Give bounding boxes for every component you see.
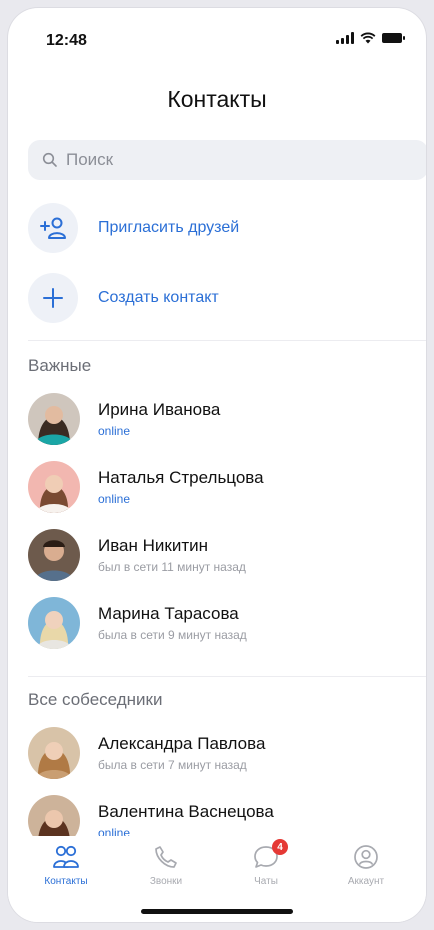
account-icon	[354, 845, 378, 869]
invite-friends-label: Пригласить друзей	[98, 219, 240, 236]
tab-account[interactable]: Аккаунт	[326, 842, 406, 887]
section-title-important: Важные	[28, 356, 92, 375]
tab-label: Аккаунт	[347, 876, 385, 887]
contact-name: Александра Павлова	[98, 734, 266, 753]
divider	[28, 676, 426, 677]
signal-icon	[336, 32, 354, 44]
create-contact-button[interactable]: Создать контакт	[28, 272, 426, 324]
contact-name: Валентина Васнецова	[98, 802, 274, 821]
avatar	[28, 393, 80, 445]
contact-status: online	[98, 424, 131, 438]
contact-row[interactable]: Ирина Иванова online	[28, 390, 418, 448]
avatar	[28, 529, 80, 581]
tab-calls[interactable]: Звонки	[126, 842, 206, 887]
section-title-all: Все собеседники	[28, 690, 163, 709]
status-icons	[336, 32, 405, 44]
invite-icon-circle	[28, 203, 78, 253]
tab-label: Чаты	[254, 876, 278, 887]
contact-name: Марина Тарасова	[98, 604, 239, 623]
status-time: 12:48	[46, 32, 87, 49]
phone-icon	[155, 846, 177, 868]
invite-friends-button[interactable]: Пригласить друзей	[28, 202, 426, 254]
contact-name: Наталья Стрельцова	[98, 468, 264, 487]
contact-row[interactable]: Александра Павлова была в сети 7 минут н…	[28, 724, 418, 782]
contact-status: online	[98, 492, 131, 506]
phone-screen: 12:48 Контакты Поиск Пригласить друзей С…	[8, 8, 426, 922]
tab-label: Контакты	[44, 876, 88, 887]
tab-contacts[interactable]: Контакты	[26, 842, 106, 887]
wifi-icon	[360, 32, 376, 44]
search-bar[interactable]	[28, 140, 426, 180]
divider	[28, 340, 426, 341]
contact-status: был в сети 11 минут назад	[98, 560, 246, 574]
tab-bar: Контакты Звонки 4 Чаты Аккаунт	[8, 836, 426, 922]
search-input[interactable]	[64, 149, 408, 171]
page-title: Контакты	[167, 86, 267, 112]
contact-status: была в сети 9 минут назад	[98, 628, 247, 642]
tab-chats[interactable]: 4 Чаты	[226, 839, 306, 887]
plus-icon	[43, 288, 63, 308]
battery-icon	[382, 33, 405, 43]
contact-row[interactable]: Марина Тарасова была в сети 9 минут наза…	[28, 594, 418, 652]
tab-label: Звонки	[149, 876, 183, 887]
contact-name: Ирина Иванова	[98, 400, 221, 419]
create-contact-label: Создать контакт	[98, 289, 219, 306]
home-indicator[interactable]	[141, 909, 293, 914]
unread-badge: 4	[272, 839, 288, 855]
contacts-icon	[53, 845, 79, 868]
contact-row[interactable]: Наталья Стрельцова online	[28, 458, 418, 516]
contact-status: была в сети 7 минут назад	[98, 758, 247, 772]
add-user-icon	[40, 217, 66, 239]
contact-row[interactable]: Иван Никитин был в сети 11 минут назад	[28, 526, 418, 584]
search-icon	[42, 152, 57, 167]
avatar	[28, 461, 80, 513]
avatar	[28, 597, 80, 649]
contact-name: Иван Никитин	[98, 536, 209, 555]
status-bar: 12:48	[8, 8, 426, 68]
create-icon-circle	[28, 273, 78, 323]
avatar	[28, 727, 80, 779]
